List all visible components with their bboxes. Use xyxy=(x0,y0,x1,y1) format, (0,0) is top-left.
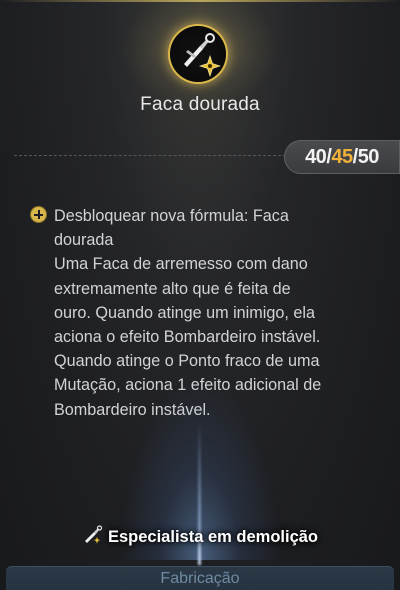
divider xyxy=(14,155,286,156)
counter-current: 40 xyxy=(305,146,327,168)
description-line: dourada xyxy=(54,231,114,250)
specialization-label: Especialista em demolição xyxy=(107,527,318,546)
counter-middle: 45 xyxy=(331,146,353,168)
throwing-knife-icon xyxy=(82,524,104,551)
description-line: extremamente alto que é feita de xyxy=(54,279,291,298)
description-line: Quando atinge o Ponto fraco de uma xyxy=(54,352,320,371)
level-counter: 40 / 45 / 50 xyxy=(284,140,400,174)
description-line: Uma Faca de arremesso com dano xyxy=(54,255,308,274)
description-line: aciona o efeito Bombardeiro instável. xyxy=(54,328,321,347)
item-title: Faca dourada xyxy=(140,94,260,115)
counter-max: 50 xyxy=(357,146,380,168)
item-tooltip-panel: Faca dourada 40 / 45 / 50 Desbloquear no… xyxy=(0,0,400,590)
crafting-tab-label[interactable]: Fabricação xyxy=(0,570,400,588)
description-line: ouro. Quando atinge um inimigo, ela xyxy=(54,303,315,322)
plus-circle-icon xyxy=(31,207,46,222)
specialization-row: Especialista em demolição xyxy=(0,524,400,550)
description-line: Desbloquear nova fórmula: Faca xyxy=(54,207,289,225)
throwing-knife-icon xyxy=(170,26,226,82)
